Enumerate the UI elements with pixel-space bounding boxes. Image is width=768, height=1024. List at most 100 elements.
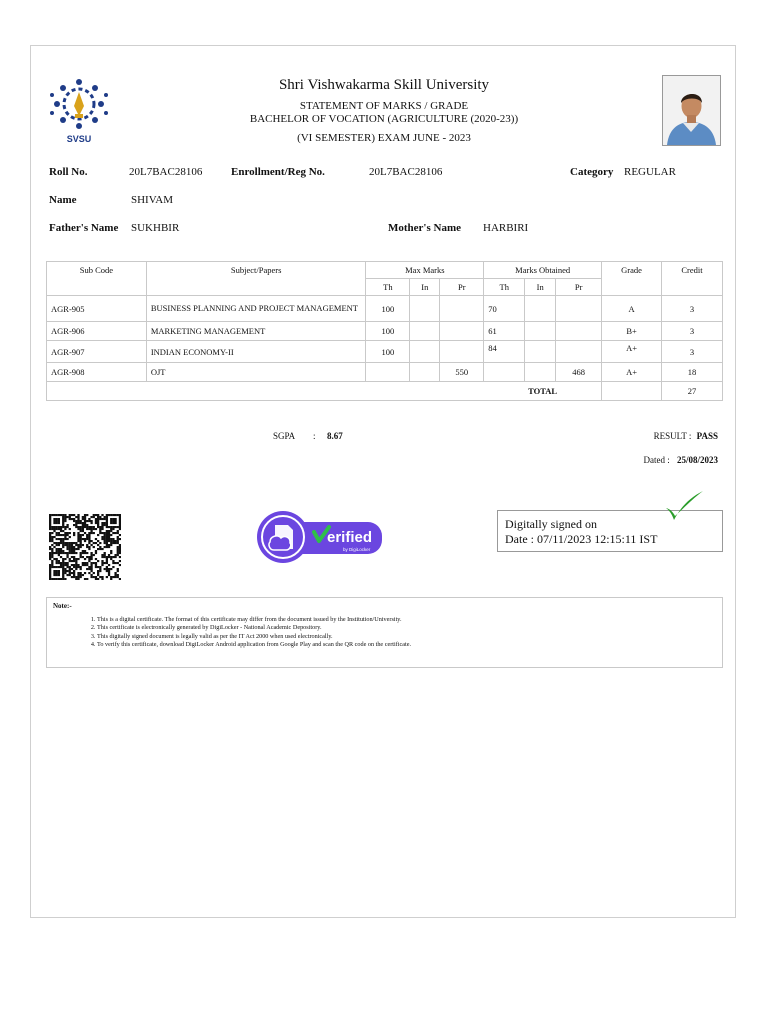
row-obt-pr [555,321,603,341]
dated-value: 25/08/2023 [676,455,718,465]
row-max-th [365,362,411,382]
total-credit: 27 [661,381,723,401]
row-max-th: 100 [365,321,411,341]
table-row: AGR-905 BUSINESS PLANNING AND PROJECT MA… [46,295,723,322]
roll-value: 20L7BAC28106 [129,166,203,178]
row-obt-th [483,362,526,382]
enrollment-label: Enrollment/Reg No. [231,166,325,178]
student-photo-image [663,76,720,145]
marks-table: Sub Code Subject/Papers Max Marks Marks … [45,261,723,401]
category-value: REGULAR [624,166,676,178]
table-row: AGR-906 MARKETING MANAGEMENT 100 61 B+ 3 [46,321,723,341]
sgpa-colon: : [313,431,316,441]
row-obt-th: 61 [483,321,526,341]
table-row: AGR-908 OJT 550 468 A+ 18 [46,362,723,382]
row-obt-in [524,321,557,341]
row-obt-in [524,295,557,322]
row-obt-pr: 468 [555,362,603,382]
notes-title: Note:- [53,602,72,610]
row-obt-pr [555,295,603,322]
header-obt-th: Th [483,278,526,296]
note-item: This digitally signed document is legall… [97,633,411,641]
university-name: Shri Vishwakarma Skill University [278,77,490,93]
row-grade: B+ [601,321,663,341]
row-max-in [409,321,441,341]
row-credit: 3 [661,340,723,363]
header-max-in: In [409,278,441,296]
student-photo [662,75,721,146]
result-label: RESULT : [653,431,692,441]
mother-name-label: Mother's Name [388,222,462,234]
statement-title: STATEMENT OF MARKS / GRADE [299,100,469,112]
row-obt-th: 70 [483,295,526,322]
name-value: SHIVAM [131,194,173,206]
signed-line-2: Date : 07/11/2023 12:15:11 IST [505,532,658,546]
row-max-in [409,362,441,382]
verified-text: erified [327,529,372,546]
note-item: This is a digital certificate. The forma… [97,616,411,624]
marksheet-page: SVSU Shri Vishwakarma Skill University S… [30,45,736,918]
row-obt-in [524,362,557,382]
mother-name-value: HARBIRI [483,222,529,234]
row-credit: 3 [661,321,723,341]
header-obt-in: In [524,278,557,296]
name-label: Name [49,194,77,206]
table-row: AGR-907 INDIAN ECONOMY-II 100 84 A+ 3 [46,340,723,363]
row-max-pr: 550 [439,362,485,382]
degree-title: BACHELOR OF VOCATION (AGRICULTURE (2020-… [249,113,519,125]
table-header-row: Sub Code Subject/Papers Max Marks Marks … [46,261,723,296]
header-credit: Credit [661,261,723,296]
header-sub-code: Sub Code [46,261,147,296]
header-max-marks: Max Marks [365,261,485,279]
result: RESULT : PASS [654,431,718,441]
total-label: TOTAL [45,381,603,401]
row-max-in [409,340,441,363]
row-obt-pr [555,340,603,363]
header-subject: Subject/Papers [145,261,367,296]
header-max-th: Th [365,278,411,296]
exam-title: (VI SEMESTER) EXAM JUNE - 2023 [297,132,471,144]
row-sub-code: AGR-908 [46,362,147,382]
row-sub-code: AGR-907 [46,340,147,363]
signature-check-icon [666,491,703,520]
row-sub-code: AGR-906 [46,321,147,341]
dated: Dated : 25/08/2023 [643,455,718,465]
note-item: This certificate is electronically gener… [97,624,411,632]
total-row: TOTAL 27 [45,381,723,401]
row-subject: MARKETING MANAGEMENT [145,321,367,341]
verified-subtext: by DigiLocker [343,547,371,552]
row-obt-th: 84 [483,340,526,363]
digilocker-verified-badge: erified by DigiLocker [257,511,382,563]
enrollment-value: 20L7BAC28106 [369,166,443,178]
row-subject: INDIAN ECONOMY-II [145,340,367,363]
sgpa-value: 8.67 [327,431,343,441]
notes-list: This is a digital certificate. The forma… [87,616,411,650]
sgpa-label: SGPA [273,431,296,441]
row-max-pr [439,340,485,363]
row-credit: 3 [661,295,723,322]
father-name-value: SUKHBIR [131,222,180,234]
row-sub-code: AGR-905 [46,295,147,322]
category-label: Category [570,166,614,178]
qr-code[interactable] [49,514,121,580]
row-max-th: 100 [365,295,411,322]
row-subject: OJT [145,362,367,382]
total-grade-blank [601,381,663,401]
dated-label: Dated : [643,455,670,465]
row-grade: A+ [601,362,663,382]
result-value: PASS [696,431,718,441]
header-obt-pr: Pr [555,278,603,296]
notes-box: Note:- This is a digital certificate. Th… [46,597,723,668]
father-name-label: Father's Name [49,222,119,234]
row-max-th: 100 [365,340,411,363]
row-max-in [409,295,441,322]
note-item: To verify this certificate, download Dig… [97,641,411,649]
header-grade: Grade [601,261,663,296]
row-grade: A+ [601,340,663,363]
row-grade: A [601,295,663,322]
header-marks-obtained: Marks Obtained [483,261,603,279]
row-obt-in [524,340,557,363]
row-max-pr [439,321,485,341]
header-max-pr: Pr [439,278,485,296]
cloud-icon [268,535,292,551]
